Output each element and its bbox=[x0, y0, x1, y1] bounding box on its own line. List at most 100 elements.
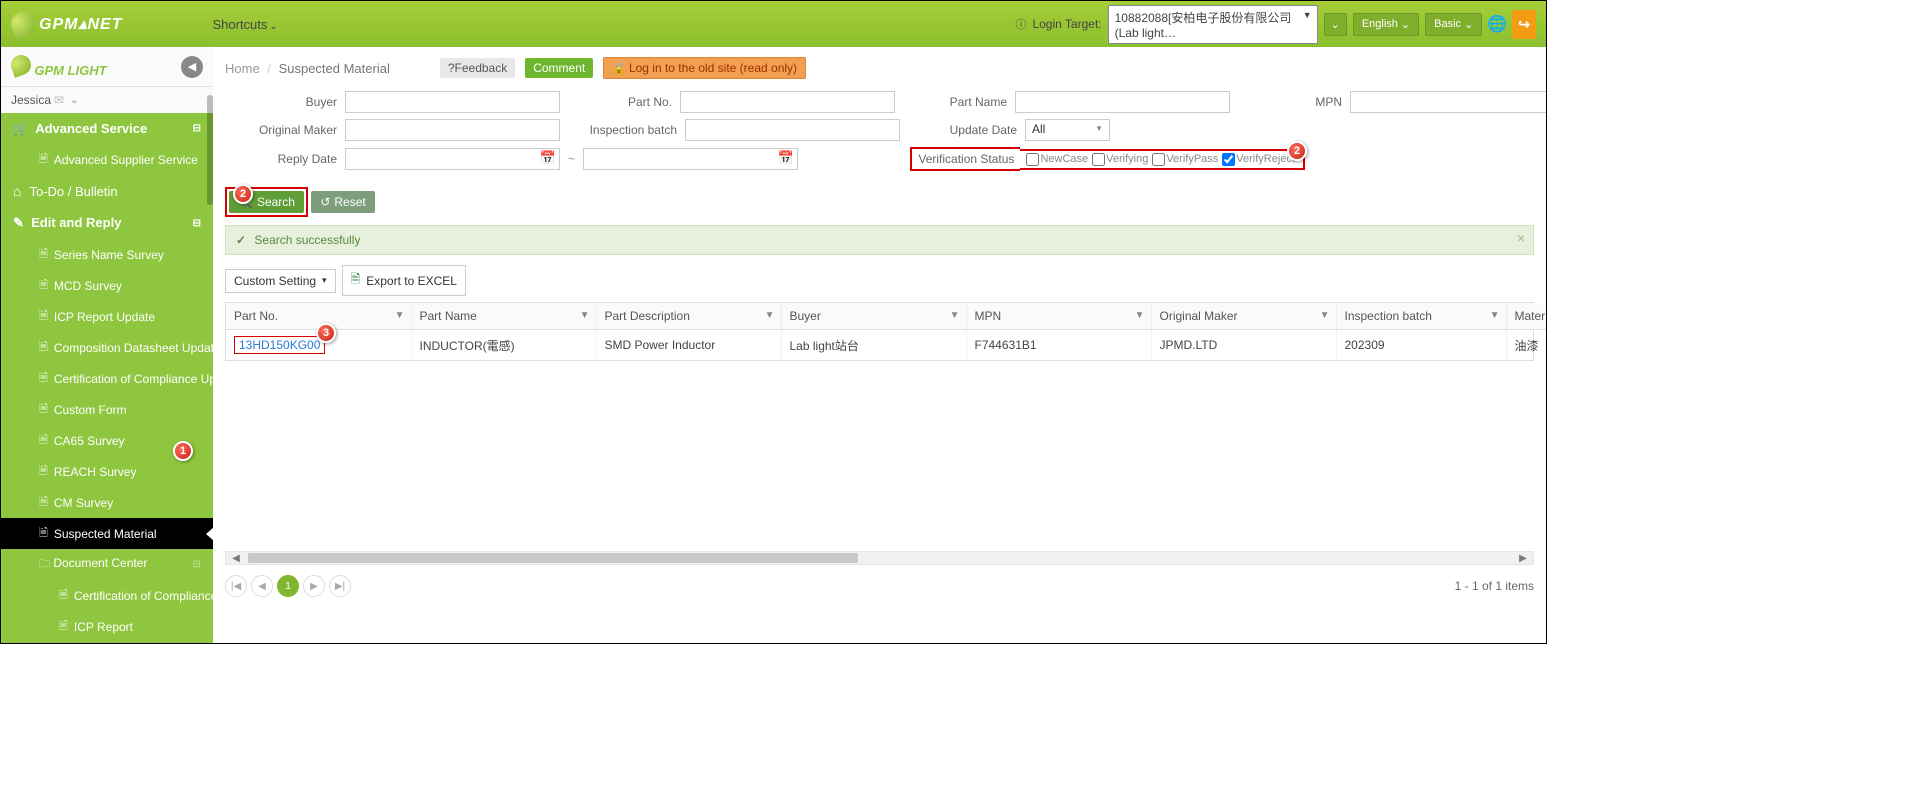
export-excel-button[interactable]: Export to EXCEL bbox=[342, 265, 466, 296]
scroll-right-icon[interactable]: ▶ bbox=[1515, 552, 1531, 564]
doc-icon bbox=[39, 338, 48, 357]
checkbox-newcase[interactable]: NewCase bbox=[1026, 153, 1088, 166]
nav-icp-report[interactable]: ICP Report bbox=[1, 611, 213, 642]
comment-button[interactable]: Comment bbox=[525, 58, 593, 78]
close-alert-button[interactable]: × bbox=[1517, 230, 1525, 246]
callout-3: 3 bbox=[316, 323, 336, 343]
pager: |◀ ◀ 1 ▶ ▶| 1 - 1 of 1 items bbox=[213, 571, 1546, 607]
checkbox-verifypass[interactable]: VerifyPass bbox=[1152, 153, 1218, 166]
checkbox-verifying[interactable]: Verifying bbox=[1092, 153, 1148, 166]
cell-original-maker: JPMD.LTD bbox=[1151, 330, 1336, 361]
nav-certification-of-compliance[interactable]: Certification of Compliance bbox=[1, 580, 213, 611]
scroll-left-icon[interactable]: ◀ bbox=[228, 552, 244, 564]
reset-button[interactable]: ↺Reset bbox=[311, 191, 374, 213]
col-part-description[interactable]: Part Description▼ bbox=[596, 303, 781, 330]
nav-advanced-supplier-service[interactable]: Advanced Supplier Service bbox=[1, 144, 213, 175]
collapse-icon: ⊟ bbox=[193, 218, 201, 229]
label-original-maker: Original Maker bbox=[225, 123, 345, 137]
pager-next[interactable]: ▶ bbox=[303, 575, 325, 597]
old-site-link[interactable]: Log in to the old site (read only) bbox=[603, 57, 806, 79]
nav-composition-datasheet[interactable]: Composition Datasheet bbox=[1, 642, 213, 643]
col-mpn[interactable]: MPN▼ bbox=[966, 303, 1151, 330]
cell-mpn: F744631B1 bbox=[966, 330, 1151, 361]
shortcuts-menu[interactable]: Shortcuts bbox=[212, 17, 277, 32]
nav-todo-bulletin[interactable]: To-Do / Bulletin bbox=[1, 175, 213, 207]
logout-button[interactable]: ↪ bbox=[1512, 10, 1536, 39]
label-part-name: Part Name bbox=[895, 95, 1015, 109]
nav-certification-compliance-update[interactable]: Certification of Compliance Upd bbox=[1, 363, 213, 394]
label-update-date: Update Date bbox=[905, 123, 1025, 137]
pager-page-1[interactable]: 1 bbox=[277, 575, 299, 597]
mode-select[interactable]: Basic⌄ bbox=[1425, 13, 1482, 36]
col-material[interactable]: Mater bbox=[1506, 303, 1546, 330]
globe-icon[interactable]: 🌐 bbox=[1488, 15, 1506, 33]
scroll-thumb[interactable] bbox=[248, 553, 858, 563]
filter-icon[interactable]: ▼ bbox=[1490, 310, 1500, 321]
filter-icon[interactable]: ▼ bbox=[765, 310, 775, 321]
col-part-name[interactable]: Part Name▼ bbox=[411, 303, 596, 330]
pager-first[interactable]: |◀ bbox=[225, 575, 247, 597]
breadcrumb-current: Suspected Material bbox=[279, 61, 390, 76]
doc-icon bbox=[39, 493, 48, 512]
horizontal-scrollbar[interactable]: ◀ ▶ bbox=[225, 551, 1534, 565]
callout-2a: 2 bbox=[233, 184, 253, 204]
nav-edit-and-reply[interactable]: Edit and Reply ⊟ bbox=[1, 207, 213, 239]
input-mpn[interactable] bbox=[1350, 91, 1546, 113]
language-select[interactable]: English ⌄ bbox=[1353, 13, 1419, 36]
doc-icon bbox=[39, 400, 48, 419]
results-grid: Part No.▼ Part Name▼ Part Description▼ B… bbox=[225, 302, 1534, 361]
nav-composition-datasheet-update[interactable]: Composition Datasheet Update bbox=[1, 332, 213, 363]
select-update-date[interactable]: All bbox=[1025, 119, 1110, 141]
calendar-icon[interactable]: 📅 bbox=[778, 150, 794, 166]
feedback-button[interactable]: ?Feedback bbox=[440, 58, 515, 78]
collapse-icon: ⊟ bbox=[193, 123, 201, 134]
home-icon bbox=[13, 183, 21, 199]
collapse-sidebar-button[interactable]: ◀ bbox=[181, 56, 203, 78]
filter-icon[interactable]: ▼ bbox=[950, 310, 960, 321]
cell-material: 油漆 bbox=[1506, 330, 1546, 361]
nav-suspected-material[interactable]: Suspected Material bbox=[1, 518, 213, 549]
input-part-name[interactable] bbox=[1015, 91, 1230, 113]
breadcrumb-home[interactable]: Home bbox=[225, 61, 260, 76]
input-reply-date-to[interactable] bbox=[583, 148, 798, 170]
input-reply-date-from[interactable] bbox=[345, 148, 560, 170]
nav-mcd-survey[interactable]: MCD Survey bbox=[1, 270, 213, 301]
date-range-separator: ~ bbox=[568, 152, 575, 166]
reset-icon: ↺ bbox=[320, 195, 330, 209]
part-no-link[interactable]: 13HD150KG00 bbox=[234, 336, 325, 354]
breadcrumb: Home / Suspected Material bbox=[225, 61, 390, 76]
pager-prev[interactable]: ◀ bbox=[251, 575, 273, 597]
custom-setting-button[interactable]: Custom Setting bbox=[225, 269, 336, 293]
main-content: Home / Suspected Material ?Feedback Comm… bbox=[213, 47, 1546, 643]
filter-icon[interactable]: ▼ bbox=[1320, 310, 1330, 321]
cell-part-name: INDUCTOR(電感) bbox=[411, 330, 596, 361]
col-original-maker[interactable]: Original Maker▼ bbox=[1151, 303, 1336, 330]
table-row[interactable]: 13HD150KG00 INDUCTOR(電感) SMD Power Induc… bbox=[226, 330, 1546, 361]
col-inspection-batch[interactable]: Inspection batch▼ bbox=[1336, 303, 1506, 330]
verification-status-group: NewCase Verifying VerifyPass VerifyRejec… bbox=[1020, 149, 1305, 170]
filter-icon[interactable]: ▼ bbox=[580, 310, 590, 321]
user-name: Jessica bbox=[11, 93, 51, 107]
input-inspection-batch[interactable] bbox=[685, 119, 900, 141]
filter-icon[interactable]: ▼ bbox=[395, 310, 405, 321]
checkbox-verifyreject[interactable]: VerifyReject bbox=[1222, 153, 1295, 166]
col-buyer[interactable]: Buyer▼ bbox=[781, 303, 966, 330]
cart-icon bbox=[13, 121, 28, 136]
calendar-icon[interactable]: 📅 bbox=[540, 150, 556, 166]
login-target-caret-button[interactable]: ⌄ bbox=[1324, 13, 1347, 36]
user-menu[interactable]: Jessica ✉ bbox=[1, 87, 213, 113]
nav-series-name-survey[interactable]: Series Name Survey bbox=[1, 239, 213, 270]
login-target-select[interactable]: 10882088[安柏电子股份有限公司(Lab light… bbox=[1108, 5, 1318, 44]
filter-icon[interactable]: ▼ bbox=[1135, 310, 1145, 321]
input-part-no[interactable] bbox=[680, 91, 895, 113]
input-buyer[interactable] bbox=[345, 91, 560, 113]
nav-document-center[interactable]: Document Center⊟ bbox=[1, 549, 213, 580]
label-buyer: Buyer bbox=[225, 95, 345, 109]
pager-last[interactable]: ▶| bbox=[329, 575, 351, 597]
input-original-maker[interactable] bbox=[345, 119, 560, 141]
nav-advanced-service[interactable]: Advanced Service ⊟ bbox=[1, 113, 213, 144]
nav-cm-survey[interactable]: CM Survey bbox=[1, 487, 213, 518]
nav-custom-form[interactable]: Custom Form bbox=[1, 394, 213, 425]
nav-icp-report-update[interactable]: ICP Report Update bbox=[1, 301, 213, 332]
top-bar: GPM▴NET Shortcuts ⓘ Login Target: 108820… bbox=[1, 1, 1546, 47]
